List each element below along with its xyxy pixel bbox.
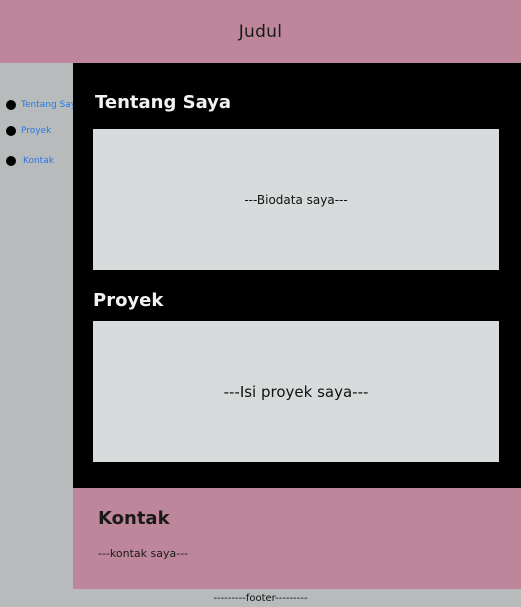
- sidebar-item-proyek[interactable]: Proyek: [6, 126, 51, 136]
- sidebar-nav: Tentang Saya Proyek Kontak: [0, 63, 82, 589]
- about-title: Tentang Saya: [95, 92, 232, 113]
- projects-title: Proyek: [93, 290, 164, 311]
- projects-panel: ---Isi proyek saya---: [93, 321, 499, 462]
- main-content: Tentang Saya ---Biodata saya--- Proyek -…: [73, 63, 521, 488]
- page-header: Judul: [0, 0, 521, 63]
- sidebar-item-label: Proyek: [21, 126, 52, 136]
- bullet-icon: [6, 100, 16, 110]
- page-footer: ---------footer---------: [0, 589, 521, 607]
- sidebar-item-tentang-saya[interactable]: Tentang Saya: [6, 100, 82, 110]
- bullet-icon: [6, 156, 16, 166]
- contact-section: Kontak ---kontak saya---: [73, 488, 521, 589]
- about-content: ---Biodata saya---: [244, 192, 348, 207]
- contact-content: ---kontak saya---: [98, 547, 189, 560]
- contact-title: Kontak: [98, 508, 170, 529]
- sidebar-item-kontak[interactable]: Kontak: [6, 156, 54, 166]
- page-title: Judul: [238, 21, 283, 42]
- footer-text: ---------footer---------: [213, 592, 308, 604]
- sidebar-item-label: Kontak: [23, 156, 54, 166]
- bullet-icon: [6, 126, 16, 136]
- about-panel: ---Biodata saya---: [93, 129, 499, 270]
- projects-content: ---Isi proyek saya---: [223, 382, 369, 401]
